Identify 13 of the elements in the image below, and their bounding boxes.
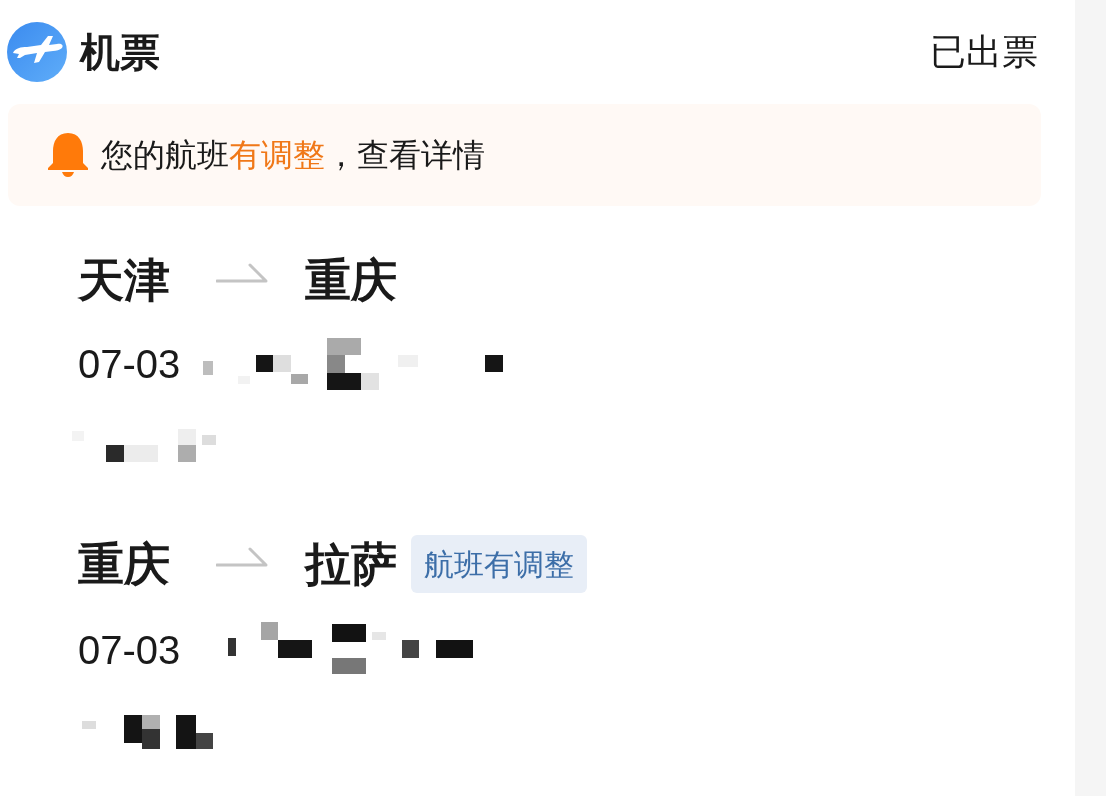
ticket-status: 已出票 — [930, 30, 1038, 74]
airplane-icon — [7, 22, 67, 82]
arrival-city: 拉萨 — [305, 537, 397, 592]
departure-city: 重庆 — [78, 537, 171, 592]
arrival-city: 重庆 — [305, 253, 397, 308]
notice-banner[interactable]: 您的航班有调整，查看详情 — [8, 104, 1041, 206]
flight-date: 07-03 — [78, 627, 181, 674]
flight-change-tag: 航班有调整 — [411, 535, 587, 593]
bell-icon — [48, 133, 88, 177]
flight-date: 07-03 — [78, 341, 181, 388]
departure-city: 天津 — [78, 253, 171, 308]
notice-text: 您的航班有调整，查看详情 — [101, 136, 485, 175]
page-title: 机票 — [80, 29, 160, 76]
